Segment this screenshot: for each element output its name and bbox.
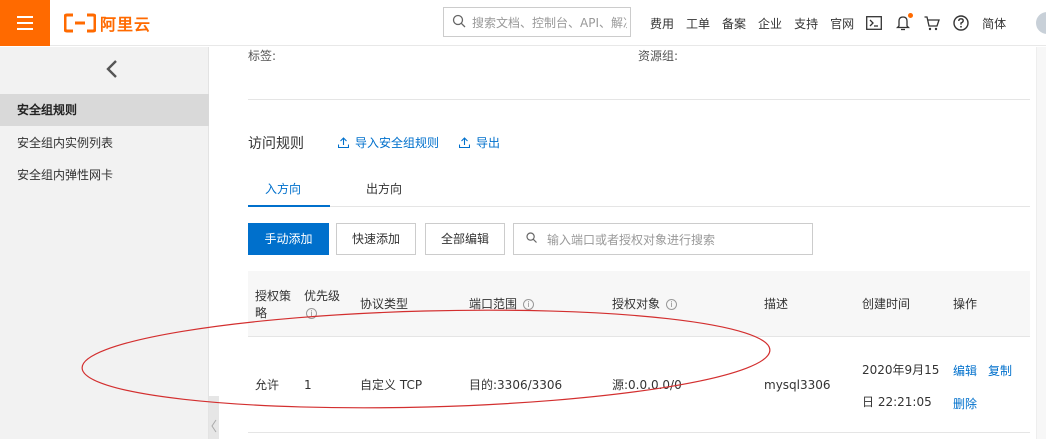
cell-description: mysql3306 <box>764 378 831 392</box>
upload-icon <box>338 137 349 148</box>
info-icon[interactable]: i <box>306 308 317 319</box>
col-actions: 操作 <box>953 297 978 311</box>
nav-link-support[interactable]: 支持 <box>794 15 818 32</box>
cell-port: 目的:3306/3306 <box>469 378 563 392</box>
rule-search-placeholder: 输入端口或者授权对象进行搜索 <box>547 232 716 247</box>
edit-all-button[interactable]: 全部编辑 <box>425 223 505 255</box>
avatar[interactable] <box>1036 12 1046 34</box>
col-created: 创建时间 <box>862 297 911 311</box>
sidebar-item-security-group-rules[interactable]: 安全组规则 <box>0 94 209 126</box>
top-links: 费用 工单 备案 企业 支持 官网 简体 <box>650 0 1018 46</box>
search-placeholder: 搜索文档、控制台、API、解决方案和资源 <box>472 15 627 30</box>
menu-icon[interactable] <box>0 0 50 46</box>
col-port-label: 端口范围 <box>469 297 518 311</box>
export-icon <box>459 137 470 148</box>
search-icon <box>452 14 466 31</box>
info-icon[interactable]: i <box>522 299 534 310</box>
aliyun-logo[interactable]: 阿里云 <box>64 11 151 35</box>
col-source: 授权对象 i <box>612 296 677 313</box>
copy-rule-link[interactable]: 复制 <box>988 362 1012 379</box>
cell-priority: 1 <box>304 378 312 392</box>
import-rules-label: 导入安全组规则 <box>355 136 440 150</box>
export-label: 导出 <box>476 136 501 150</box>
cell-created-line1: 2020年9月15 <box>862 363 940 377</box>
nav-link-billing[interactable]: 费用 <box>650 15 674 32</box>
language-switch[interactable]: 简体 <box>982 15 1006 32</box>
sidebar-item-enis[interactable]: 安全组内弹性网卡 <box>0 159 209 191</box>
edit-rule-link[interactable]: 编辑 <box>953 362 977 379</box>
col-policy: 授权策略 <box>255 289 292 320</box>
help-icon[interactable] <box>953 15 969 31</box>
nav-link-ticket[interactable]: 工单 <box>686 15 710 32</box>
resource-group-label: 资源组: <box>638 49 679 63</box>
row-divider <box>248 432 1030 433</box>
logo-text: 阿里云 <box>100 15 152 34</box>
cell-policy: 允许 <box>255 378 280 392</box>
direction-tabs: 入方向 出方向 <box>248 171 1030 207</box>
notification-dot <box>908 13 914 18</box>
vertical-scrollbar[interactable] <box>1036 47 1046 439</box>
divider <box>248 99 1030 100</box>
nav-link-icp[interactable]: 备案 <box>722 15 746 32</box>
search-icon <box>526 232 537 246</box>
cart-icon[interactable] <box>924 15 940 31</box>
bell-icon[interactable] <box>895 13 914 31</box>
main-content: 标签: 资源组: 访问规则 导入安全组规则 导出 入方向 出方向 手动添加 快速… <box>210 47 1035 439</box>
cell-source: 源:0.0.0.0/0 <box>612 378 682 392</box>
active-tab-indicator <box>248 205 330 207</box>
info-icon[interactable]: i <box>665 299 677 310</box>
global-search-input[interactable]: 搜索文档、控制台、API、解决方案和资源 <box>443 7 631 37</box>
col-description: 描述 <box>764 297 789 311</box>
sidebar: 安全组规则 安全组内实例列表 安全组内弹性网卡 <box>0 47 209 439</box>
terminal-icon[interactable] <box>866 15 883 31</box>
delete-rule-link[interactable]: 删除 <box>953 395 977 412</box>
access-rules-title: 访问规则 <box>248 136 304 152</box>
col-protocol: 协议类型 <box>360 297 409 311</box>
nav-link-official-site[interactable]: 官网 <box>830 15 854 32</box>
aliyun-logo-icon <box>64 13 96 33</box>
sidebar-item-instances[interactable]: 安全组内实例列表 <box>0 127 209 159</box>
table-header: 授权策略 优先级 i 协议类型 端口范围 i 授权对象 i 描述 创建时间 操作 <box>248 271 1030 337</box>
rule-search-input[interactable]: 输入端口或者授权对象进行搜索 <box>513 223 813 255</box>
cell-created-line2: 日 22:21:05 <box>862 395 932 409</box>
col-priority: 优先级 i <box>304 288 340 322</box>
export-link[interactable]: 导出 <box>459 134 500 151</box>
collapse-sidebar-icon[interactable] <box>104 57 120 81</box>
col-priority-label: 优先级 <box>304 289 341 303</box>
tab-outbound[interactable]: 出方向 <box>366 180 402 197</box>
import-rules-link[interactable]: 导入安全组规则 <box>338 134 439 151</box>
tags-label: 标签: <box>248 49 277 63</box>
tab-inbound[interactable]: 入方向 <box>265 180 301 197</box>
cell-protocol: 自定义 TCP <box>360 378 423 392</box>
nav-link-enterprise[interactable]: 企业 <box>758 15 782 32</box>
quick-add-button[interactable]: 快速添加 <box>336 223 416 255</box>
col-source-label: 授权对象 <box>612 297 661 311</box>
manual-add-button[interactable]: 手动添加 <box>248 223 329 255</box>
top-navbar: 阿里云 搜索文档、控制台、API、解决方案和资源 费用 工单 备案 企业 支持 … <box>0 0 1046 46</box>
col-port: 端口范围 i <box>469 296 534 313</box>
